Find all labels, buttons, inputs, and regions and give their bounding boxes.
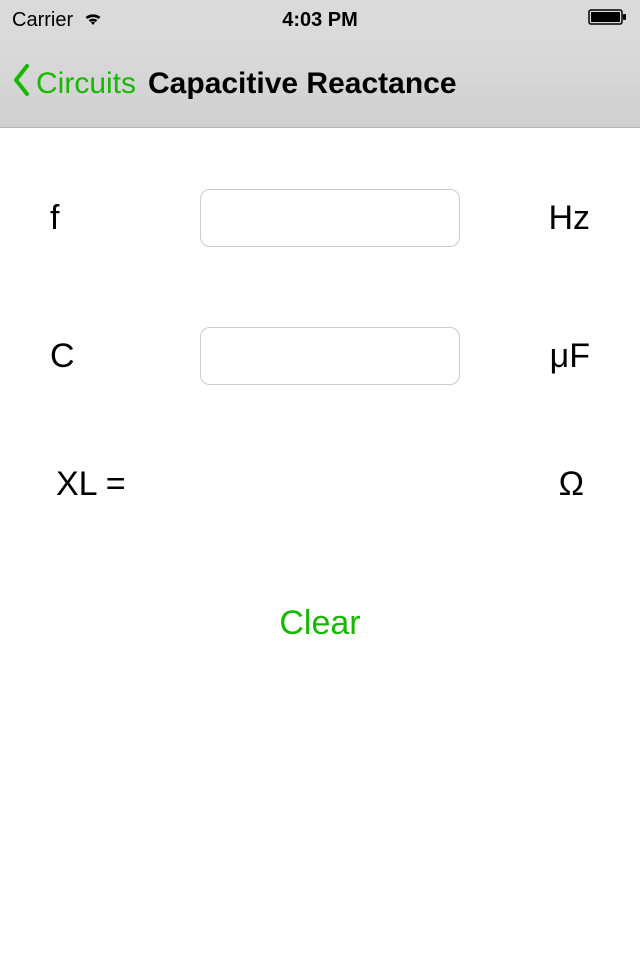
back-button[interactable]: Circuits	[12, 63, 136, 105]
nav-bar: Circuits Capacitive Reactance	[0, 40, 640, 128]
frequency-row: f Hz	[50, 188, 590, 248]
status-time: 4:03 PM	[282, 9, 358, 32]
frequency-label: f	[50, 199, 150, 238]
carrier-label: Carrier	[12, 9, 73, 32]
capacitance-unit: μF	[510, 337, 590, 376]
result-unit: Ω	[504, 465, 584, 504]
capacitance-input[interactable]	[200, 327, 460, 385]
back-label: Circuits	[36, 67, 136, 101]
wifi-icon	[81, 8, 105, 32]
result-row: XL = Ω	[50, 454, 590, 514]
chevron-left-icon	[12, 63, 32, 105]
frequency-input[interactable]	[200, 189, 460, 247]
status-bar: Carrier 4:03 PM	[0, 0, 640, 40]
frequency-unit: Hz	[510, 199, 590, 238]
status-right	[588, 8, 628, 32]
result-label: XL =	[56, 465, 126, 504]
capacitance-row: C μF	[50, 326, 590, 386]
content-area: f Hz C μF XL = Ω Clear	[0, 128, 640, 643]
capacitance-label: C	[50, 337, 150, 376]
status-left: Carrier	[12, 8, 105, 32]
battery-icon	[588, 8, 628, 32]
page-title: Capacitive Reactance	[148, 67, 457, 101]
clear-button[interactable]: Clear	[50, 604, 590, 643]
